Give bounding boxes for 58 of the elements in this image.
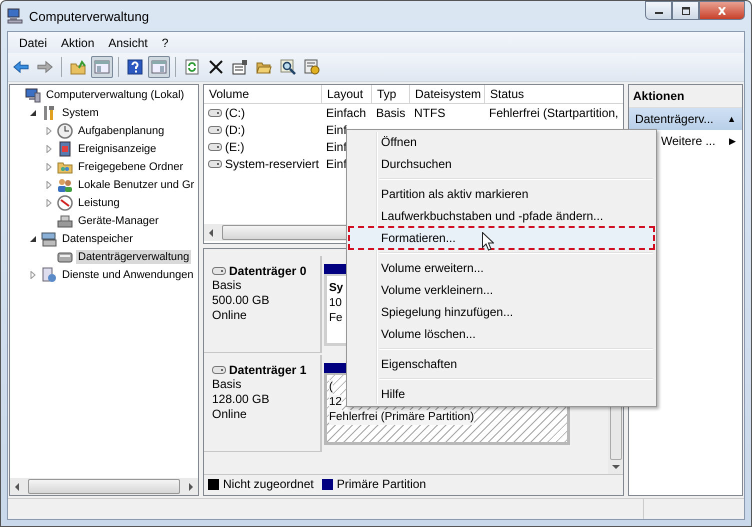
- disk-name: Datenträger 0: [229, 264, 306, 278]
- partition-label: Fehlerfrei (Primäre Partition): [329, 410, 474, 425]
- disk-type: Basis: [212, 278, 242, 293]
- disk-name: Datenträger 1: [229, 363, 306, 377]
- table-cell: (C:): [225, 106, 245, 120]
- menu-item[interactable]: Spiegelung hinzufügen...: [348, 301, 655, 323]
- disk-size: 128.00 GB: [212, 392, 270, 407]
- partition-label: Sy: [329, 281, 344, 296]
- table-cell: Einf: [326, 122, 347, 136]
- column-header[interactable]: Typ: [372, 85, 410, 103]
- tree-item[interactable]: Geräte-Manager: [76, 214, 161, 228]
- menu-item[interactable]: ?: [154, 36, 176, 50]
- tree-item[interactable]: System: [60, 106, 101, 120]
- column-header[interactable]: Layout: [322, 85, 372, 103]
- menu-item[interactable]: Öffnen: [348, 131, 655, 153]
- table-cell: Basis: [376, 106, 406, 120]
- table-cell: System-reserviert: [225, 156, 320, 170]
- table-cell: NTFS: [414, 106, 446, 120]
- tree-item[interactable]: Datenspeicher: [60, 232, 135, 246]
- menu-item[interactable]: Datei: [12, 36, 54, 50]
- tree-item[interactable]: Freigegebene Ordner: [76, 160, 186, 174]
- menu-item[interactable]: Formatieren...: [348, 226, 655, 250]
- tree-item[interactable]: Leistung: [76, 196, 122, 210]
- partition-label: (: [329, 380, 333, 395]
- disk-type: Basis: [212, 377, 242, 392]
- table-cell: (D:): [225, 122, 245, 136]
- menu-item[interactable]: Volume löschen...: [348, 323, 655, 345]
- column-header[interactable]: Volume: [204, 85, 322, 103]
- tree-item[interactable]: Datenträgerverwaltung: [76, 250, 192, 264]
- menu-item[interactable]: Partition als aktiv markieren: [348, 183, 655, 205]
- disk-status: Online: [212, 308, 248, 323]
- legend-label: Nicht zugeordnet: [223, 477, 314, 491]
- action-item[interactable]: Datenträgerv... ▲: [629, 108, 742, 130]
- tree-item[interactable]: Dienste und Anwendungen: [60, 268, 196, 282]
- table-cell: Einf: [326, 140, 347, 154]
- menu-item[interactable]: Aktion: [54, 36, 102, 50]
- menu-item[interactable]: Volume verkleinern...: [348, 279, 655, 301]
- legend-label: Primäre Partition: [336, 477, 426, 491]
- actions-header: Aktionen: [629, 85, 742, 108]
- menu-item[interactable]: Laufwerkbuchstaben und -pfade ändern...: [348, 205, 655, 227]
- table-cell: Einf: [326, 156, 347, 170]
- tree-item[interactable]: Computerverwaltung (Lokal): [44, 88, 186, 102]
- disk-size: 500.00 GB: [212, 293, 270, 308]
- table-cell: Fehlerfrei (Startpartition,: [489, 106, 618, 120]
- partition-label: 12: [329, 395, 342, 410]
- menu-item[interactable]: Durchsuchen: [348, 153, 655, 175]
- menu-item[interactable]: Ansicht: [101, 36, 155, 50]
- tree-item[interactable]: Lokale Benutzer und Gr: [76, 178, 196, 192]
- column-header[interactable]: Status: [485, 85, 623, 103]
- menu-item[interactable]: Volume erweitern...: [348, 257, 655, 279]
- tree-item[interactable]: Ereignisanzeige: [76, 142, 158, 156]
- table-cell: (E:): [225, 140, 244, 154]
- table-cell: Einfach: [326, 106, 366, 120]
- tree-item[interactable]: Aufgabenplanung: [76, 124, 166, 138]
- menu-item[interactable]: Eigenschaften: [348, 353, 655, 375]
- column-header[interactable]: Dateisystem: [410, 85, 485, 103]
- window-title: Computerverwaltung: [29, 8, 149, 24]
- disk-status: Online: [212, 407, 248, 422]
